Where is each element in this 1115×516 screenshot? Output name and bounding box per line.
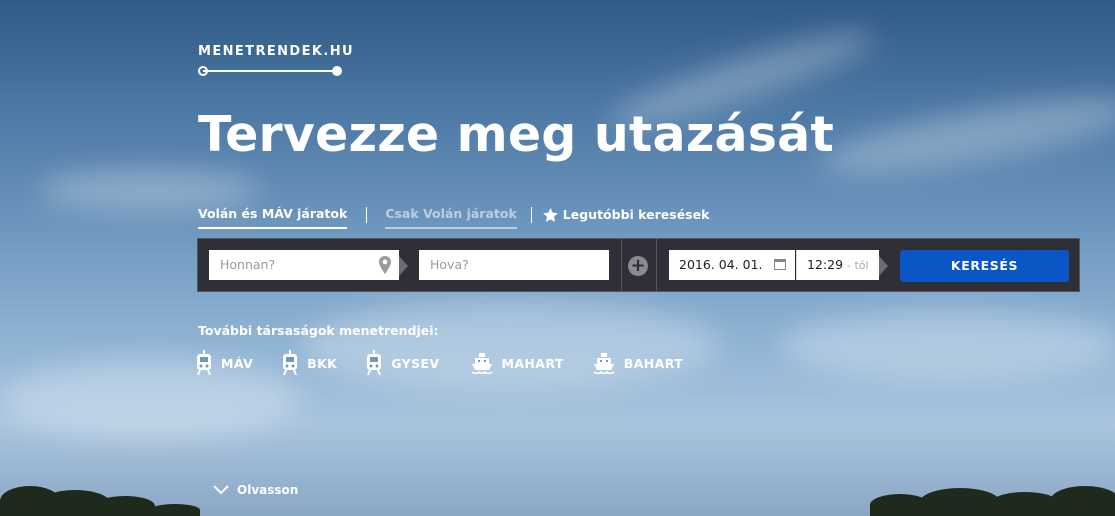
train-icon (367, 350, 382, 375)
company-label: GYSEV (391, 355, 440, 371)
from-input[interactable]: Honnan? (209, 250, 399, 280)
to-placeholder: Hova? (430, 257, 469, 272)
cloud (300, 300, 720, 390)
star-icon (542, 207, 558, 222)
search-button[interactable]: KERESÉS (900, 250, 1069, 282)
recent-searches-link[interactable]: Legutóbbi keresések (542, 207, 710, 228)
to-input[interactable]: Hova? (419, 250, 609, 280)
ship-icon (471, 353, 492, 374)
chevron-right-icon (879, 256, 888, 276)
tab-volan-mav[interactable]: Volán és MÁV járatok (198, 206, 348, 229)
divider (621, 239, 622, 291)
company-label: MAHART (501, 355, 564, 371)
company-label: BKK (307, 355, 338, 371)
company-link-mahart[interactable]: MAHART (471, 352, 564, 374)
cloud (40, 170, 260, 210)
recent-searches-label: Legutóbbi keresések (562, 207, 710, 222)
search-mode-tabs: Volán és MÁV járatok Csak Volán járatok … (198, 206, 709, 229)
location-pin-icon[interactable] (379, 256, 391, 274)
ship-icon (593, 353, 615, 374)
calendar-icon[interactable] (774, 259, 786, 270)
chevron-right-icon (399, 256, 408, 276)
time-suffix: - tól (847, 259, 869, 272)
divider (656, 239, 657, 291)
site-logo[interactable]: MENETRENDEK.HU (198, 44, 354, 76)
time-value: 12:29 (807, 257, 844, 272)
company-link-mav[interactable]: MÁV (196, 350, 253, 376)
logo-route-line (198, 66, 342, 76)
time-field[interactable]: 12:29- tól (796, 250, 879, 280)
logo-text: MENETRENDEK.HU (198, 44, 354, 59)
company-link-gysev[interactable]: GYSEV (366, 350, 439, 376)
read-more-label: Olvasson (237, 483, 299, 497)
tree-line (0, 482, 1115, 516)
chevron-down-icon (213, 485, 229, 495)
search-bar: Honnan? Hova? + 2016. 04. 01. 12:29- tól… (197, 238, 1080, 292)
add-stop-icon[interactable]: + (628, 256, 648, 276)
read-more-link[interactable]: Olvasson (213, 483, 298, 497)
train-icon (197, 350, 211, 375)
page-title: Tervezze meg utazását (198, 106, 835, 163)
date-field[interactable]: 2016. 04. 01. (669, 250, 795, 280)
tab-divider (530, 206, 532, 223)
tab-csak-volan[interactable]: Csak Volán járatok (385, 206, 517, 229)
company-label: MÁV (221, 355, 254, 371)
tab-divider (366, 206, 368, 223)
cloud (780, 310, 1115, 380)
other-companies-title: További társaságok menetrendjei: (198, 323, 439, 338)
company-links: MÁV BKK GYSEV MAHART BAHART (196, 350, 712, 376)
company-link-bahart[interactable]: BAHART (593, 352, 683, 374)
train-icon (283, 350, 298, 375)
date-value: 2016. 04. 01. (679, 257, 763, 272)
company-label: BAHART (623, 355, 684, 371)
company-link-bkk[interactable]: BKK (282, 350, 337, 376)
cloud (818, 82, 1115, 188)
from-placeholder: Honnan? (220, 257, 276, 272)
